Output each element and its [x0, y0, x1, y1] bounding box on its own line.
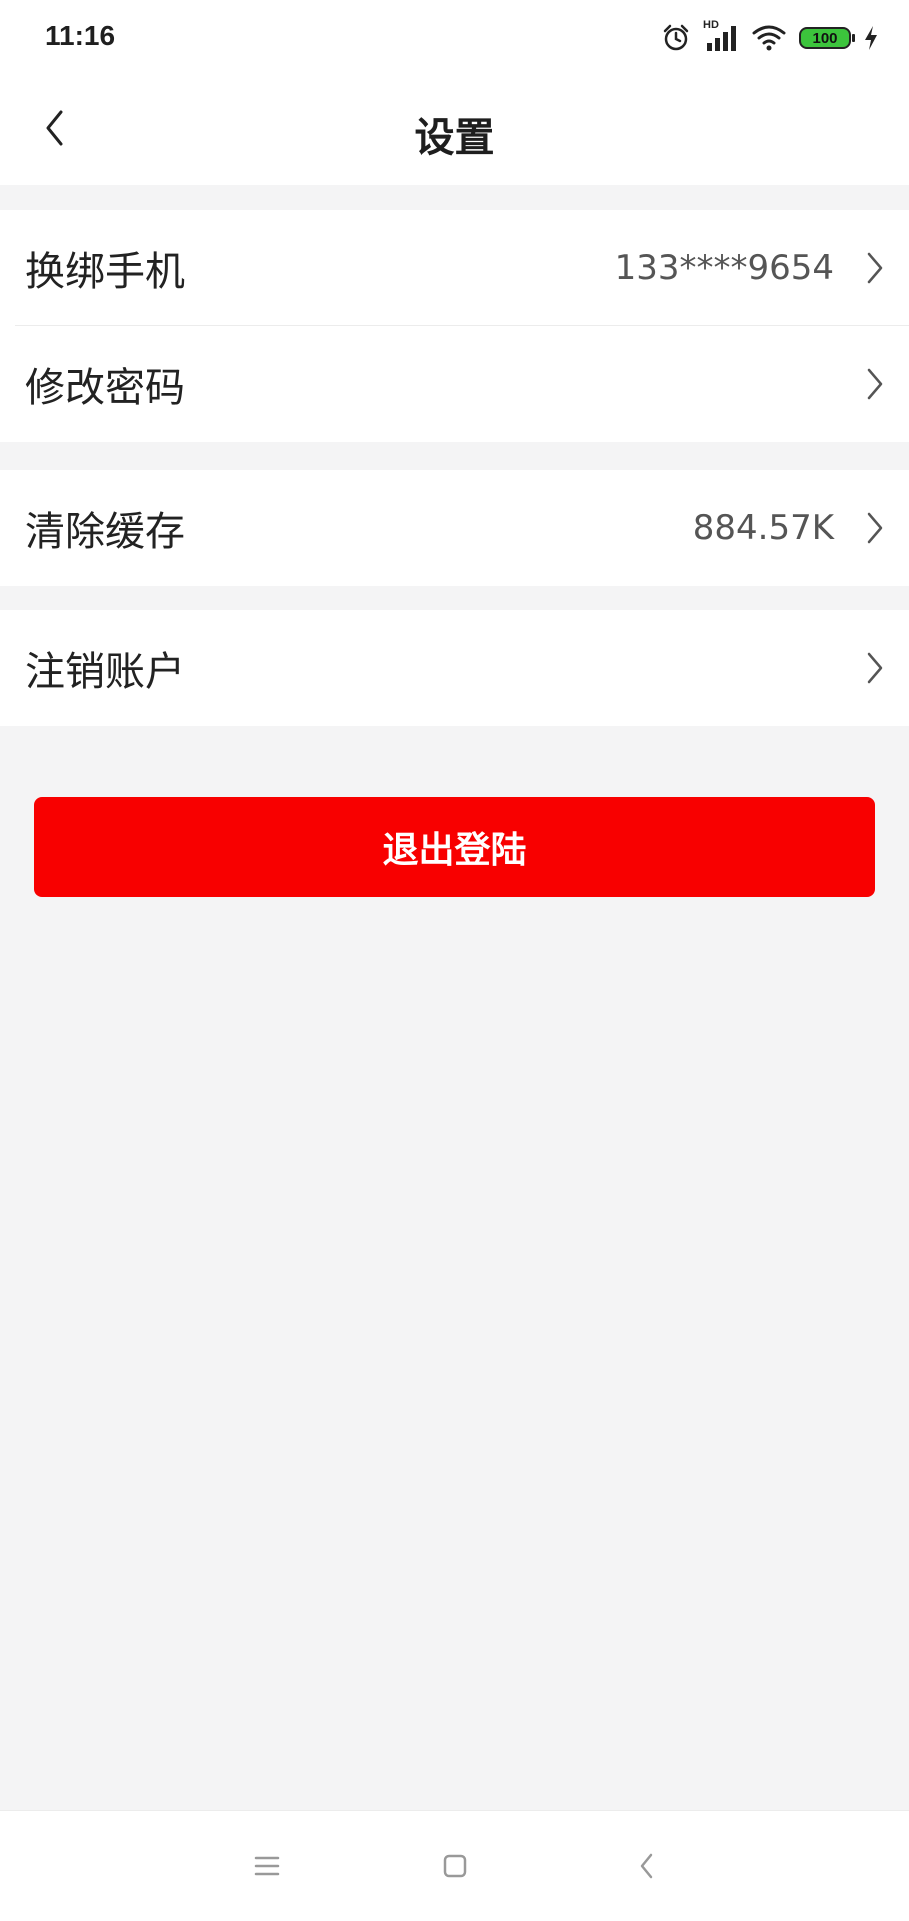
home-square-icon[interactable] [435, 1846, 475, 1886]
chevron-right-icon [863, 510, 887, 546]
settings-row-delete-account[interactable]: 注销账户 [0, 610, 909, 726]
alarm-icon [661, 23, 691, 53]
settings-group-cache: 清除缓存 884.57K [0, 470, 909, 586]
system-nav-bar [0, 1810, 909, 1921]
page-title: 设置 [414, 115, 495, 161]
chevron-right-icon [863, 650, 887, 686]
header: 设置 [0, 75, 909, 185]
battery-level: 100 [812, 29, 838, 47]
status-icons: HD 100 [661, 19, 879, 56]
settings-row-change-phone[interactable]: 换绑手机 133****9654 [0, 210, 909, 326]
status-bar: 11:16 HD 100 [0, 0, 909, 75]
battery-icon: 100 [799, 27, 855, 49]
status-time: 11:16 [45, 20, 116, 51]
chevron-right-icon [863, 366, 887, 402]
logout-button[interactable]: 退出登陆 [34, 797, 875, 897]
cache-size-value: 884.57K [692, 508, 834, 548]
phone-value: 133****9654 [614, 248, 834, 288]
row-label: 注销账户 [25, 649, 185, 695]
charging-icon [863, 25, 879, 51]
logout-label: 退出登陆 [382, 830, 527, 871]
back-icon[interactable] [627, 1846, 667, 1886]
chevron-right-icon [863, 250, 887, 286]
wifi-icon [751, 23, 787, 53]
network-type-label: HD [703, 19, 719, 31]
settings-group-account: 换绑手机 133****9654 修改密码 [0, 210, 909, 442]
signal-icon: HD [703, 19, 739, 53]
menu-icon[interactable] [247, 1846, 287, 1886]
row-label: 换绑手机 [25, 249, 185, 295]
settings-row-clear-cache[interactable]: 清除缓存 884.57K [0, 470, 909, 586]
settings-group-account-delete: 注销账户 [0, 610, 909, 726]
row-label: 清除缓存 [25, 509, 185, 555]
settings-row-change-password[interactable]: 修改密码 [0, 326, 909, 442]
row-label: 修改密码 [25, 365, 185, 411]
